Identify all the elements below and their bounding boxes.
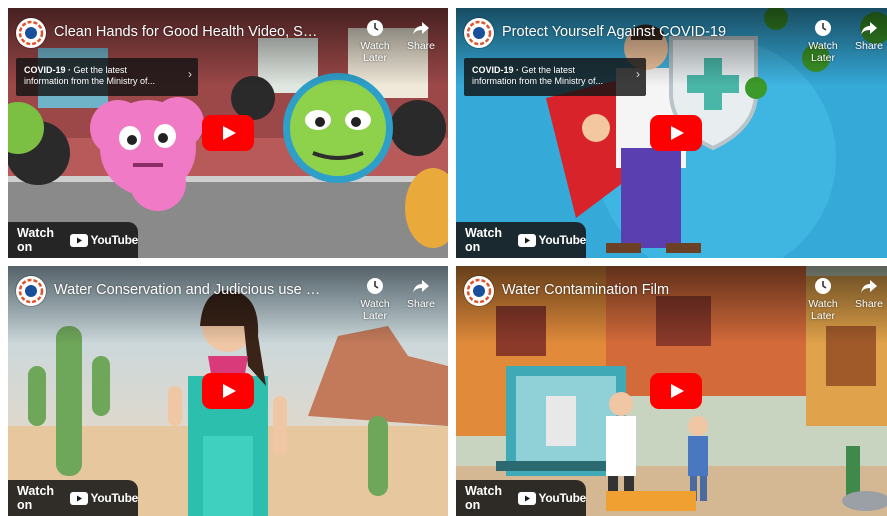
info-card-text: COVID-19 · Get the latest information fr… bbox=[472, 65, 622, 87]
video-embed-water-contamination[interactable]: Water Contamination Film Watch Later Sha… bbox=[456, 266, 887, 516]
youtube-play-icon bbox=[69, 491, 88, 505]
watch-on-youtube-link[interactable]: Watch on YouTube bbox=[8, 222, 138, 258]
video-embed-clean-hands[interactable]: Clean Hands for Good Health Video, Soa..… bbox=[8, 8, 448, 258]
youtube-play-icon bbox=[517, 233, 536, 247]
watch-later-label: Watch Later bbox=[808, 40, 838, 64]
channel-logo-icon[interactable] bbox=[464, 18, 494, 48]
info-card[interactable]: COVID-19 · Get the latest information fr… bbox=[16, 58, 198, 96]
video-title-link[interactable]: Clean Hands for Good Health Video, Soa..… bbox=[54, 24, 324, 40]
youtube-play-icon bbox=[517, 491, 536, 505]
watch-later-label: Watch Later bbox=[360, 298, 390, 322]
video-embed-protect-yourself[interactable]: Protect Yourself Against COVID-19 Watch … bbox=[456, 8, 887, 258]
share-button[interactable]: Share bbox=[394, 18, 448, 52]
watch-later-label: Watch Later bbox=[360, 40, 390, 64]
clock-icon bbox=[367, 20, 383, 36]
youtube-wordmark: YouTube bbox=[538, 233, 587, 247]
play-button[interactable] bbox=[202, 115, 254, 151]
share-arrow-icon bbox=[413, 280, 429, 293]
chevron-right-icon: › bbox=[636, 67, 640, 81]
share-button[interactable]: Share bbox=[842, 276, 887, 310]
clock-icon bbox=[367, 278, 383, 294]
play-button[interactable] bbox=[202, 373, 254, 409]
clock-icon bbox=[815, 20, 831, 36]
info-card-label: COVID-19 · bbox=[472, 65, 520, 75]
watch-on-youtube-link[interactable]: Watch on YouTube bbox=[456, 480, 586, 516]
watch-on-label: Watch on bbox=[17, 226, 55, 254]
youtube-logo: YouTube bbox=[517, 491, 587, 505]
video-title-link[interactable]: Water Conservation and Judicious use of.… bbox=[54, 282, 324, 298]
info-card-text: COVID-19 · Get the latest information fr… bbox=[24, 65, 174, 87]
info-card[interactable]: COVID-19 · Get the latest information fr… bbox=[464, 58, 646, 96]
youtube-play-icon bbox=[69, 233, 88, 247]
share-label: Share bbox=[406, 40, 436, 52]
watch-on-youtube-link[interactable]: Watch on YouTube bbox=[8, 480, 138, 516]
info-card-label: COVID-19 · bbox=[24, 65, 72, 75]
clock-icon bbox=[815, 278, 831, 294]
play-button[interactable] bbox=[650, 373, 702, 409]
video-embed-water-conservation[interactable]: Water Conservation and Judicious use of.… bbox=[8, 266, 448, 516]
watch-on-label: Watch on bbox=[17, 484, 55, 512]
share-arrow-icon bbox=[861, 22, 877, 35]
channel-logo-icon[interactable] bbox=[16, 18, 46, 48]
watch-on-label: Watch on bbox=[465, 484, 503, 512]
youtube-logo: YouTube bbox=[69, 233, 139, 247]
share-arrow-icon bbox=[861, 280, 877, 293]
watch-later-label: Watch Later bbox=[808, 298, 838, 322]
video-title-link[interactable]: Water Contamination Film bbox=[502, 282, 772, 298]
share-label: Share bbox=[406, 298, 436, 310]
youtube-wordmark: YouTube bbox=[90, 491, 139, 505]
share-button[interactable]: Share bbox=[394, 276, 448, 310]
share-button[interactable]: Share bbox=[842, 18, 887, 52]
youtube-logo: YouTube bbox=[69, 491, 139, 505]
share-label: Share bbox=[854, 40, 884, 52]
youtube-wordmark: YouTube bbox=[538, 491, 587, 505]
watch-on-label: Watch on bbox=[465, 226, 503, 254]
watch-on-youtube-link[interactable]: Watch on YouTube bbox=[456, 222, 586, 258]
video-title-link[interactable]: Protect Yourself Against COVID-19 bbox=[502, 24, 772, 40]
chevron-right-icon: › bbox=[188, 67, 192, 81]
play-button[interactable] bbox=[650, 115, 702, 151]
share-label: Share bbox=[854, 298, 884, 310]
channel-logo-icon[interactable] bbox=[16, 276, 46, 306]
youtube-wordmark: YouTube bbox=[90, 233, 139, 247]
share-arrow-icon bbox=[413, 22, 429, 35]
youtube-logo: YouTube bbox=[517, 233, 587, 247]
channel-logo-icon[interactable] bbox=[464, 276, 494, 306]
